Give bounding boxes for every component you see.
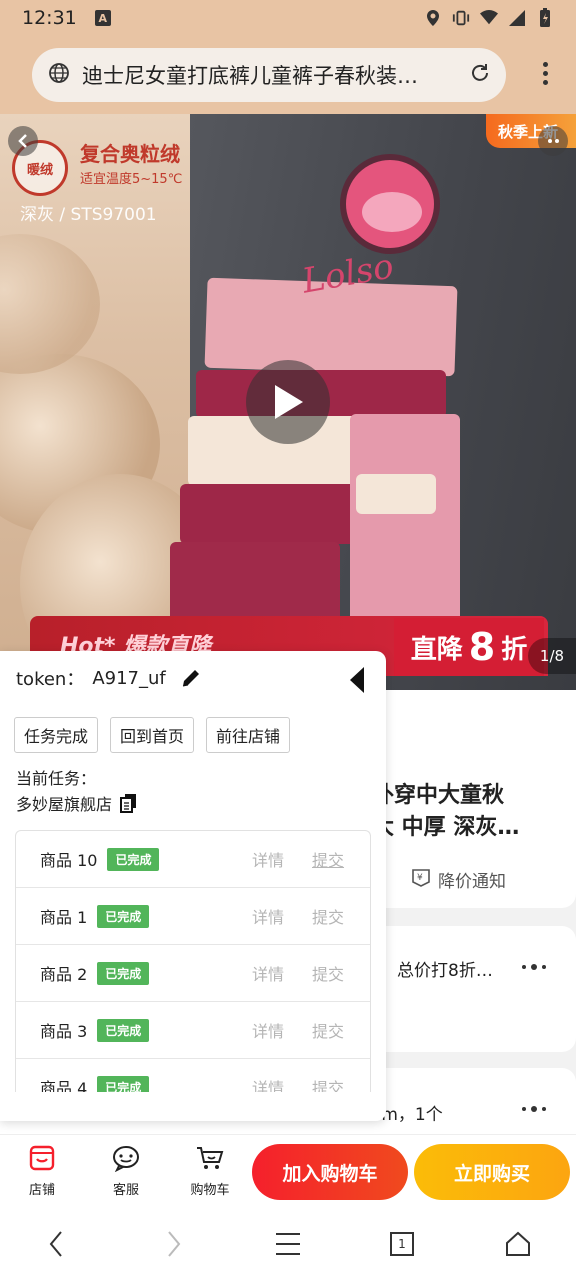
svg-text:¥: ¥ — [417, 873, 423, 883]
promo-summary[interactable]: ，总价打8折… — [380, 956, 493, 981]
submit-link[interactable]: 提交 — [312, 1018, 344, 1042]
task-panel: token： A917_uf 任务完成 回到首页 前往店铺 当前任务： 多妙屋旗… — [0, 651, 386, 1121]
back-icon[interactable] — [8, 126, 38, 156]
task-item-list[interactable]: 商品 10 已完成 详情 提交 商品 1 已完成 详情 提交 商品 2 已完成 … — [15, 830, 371, 1092]
submit-link[interactable]: 提交 — [312, 1075, 344, 1092]
item-name: 商品 1 — [40, 908, 88, 927]
reload-icon[interactable] — [468, 61, 492, 89]
price-tag-icon: ¥ — [410, 866, 432, 893]
fabric-title: 复合奥粒绒 — [80, 142, 180, 166]
list-item: 商品 10 已完成 详情 提交 — [16, 831, 370, 888]
browser-nav-bar: 1 — [0, 1208, 576, 1280]
back-icon[interactable] — [40, 1228, 72, 1260]
image-page-indicator: 1/8 — [528, 638, 576, 674]
wifi-icon — [480, 9, 498, 27]
forward-icon[interactable] — [158, 1228, 190, 1260]
detail-link[interactable]: 详情 — [252, 961, 284, 985]
status-badge: 已完成 — [97, 1018, 150, 1042]
detail-link[interactable]: 详情 — [252, 1075, 284, 1092]
status-badge: 已完成 — [97, 904, 150, 928]
discount-box: 直降 8 折 — [394, 618, 544, 676]
list-item: 商品 4 已完成 详情 提交 — [16, 1059, 370, 1092]
tabs-count: 1 — [398, 1237, 406, 1251]
shop-button[interactable]: 店铺 — [12, 1143, 72, 1198]
token-label: token： — [16, 669, 85, 690]
vibrate-icon — [452, 9, 470, 27]
status-badge: 已完成 — [97, 961, 150, 985]
cart-icon — [195, 1143, 225, 1173]
task-complete-button[interactable]: 任务完成 — [14, 717, 99, 753]
notification-icon: A — [94, 10, 111, 26]
service-button[interactable]: 客服 — [96, 1143, 156, 1198]
browser-toolbar: 迪士尼女童打底裤儿童裤子春秋装… — [0, 36, 576, 114]
home-icon[interactable] — [502, 1228, 534, 1260]
list-item: 商品 1 已完成 详情 提交 — [16, 888, 370, 945]
promo-more-icon[interactable] — [522, 964, 546, 970]
buy-now-button[interactable]: 立即购买 — [414, 1144, 570, 1200]
current-shop: 多妙屋旗舰店 — [16, 791, 138, 815]
go-to-shop-button[interactable]: 前往店铺 — [206, 717, 291, 753]
collapse-panel-icon[interactable] — [350, 667, 364, 693]
token-value: A917_uf — [92, 667, 166, 689]
submit-link[interactable]: 提交 — [312, 961, 344, 985]
temperature-text: 适宜温度5~15℃ — [80, 172, 183, 187]
product-title[interactable]: 外穿中大童秋 大 中厚 深灰… — [372, 780, 552, 844]
globe-icon — [48, 62, 70, 88]
status-badge: 已完成 — [97, 1075, 150, 1092]
status-badge: 已完成 — [107, 847, 160, 871]
detail-link[interactable]: 详情 — [252, 1018, 284, 1042]
submit-link[interactable]: 提交 — [312, 904, 344, 928]
shop-icon — [27, 1143, 57, 1173]
chat-icon — [111, 1143, 141, 1173]
panel-actions: 任务完成 回到首页 前往店铺 — [14, 717, 291, 753]
item-name: 商品 10 — [40, 851, 98, 870]
item-name: 商品 4 — [40, 1079, 88, 1092]
edit-icon[interactable] — [180, 667, 202, 689]
list-item: 商品 3 已完成 详情 提交 — [16, 1002, 370, 1059]
address-bar[interactable]: 迪士尼女童打底裤儿童裤子春秋装… — [32, 48, 506, 102]
product-hero-image[interactable]: Lolso 暖绒 复合奥粒绒 适宜温度5~15℃ 深灰 / STS97001 秋… — [0, 114, 576, 690]
detail-link[interactable]: 详情 — [252, 847, 284, 871]
token-row: token： A917_uf — [16, 665, 202, 691]
play-video-button[interactable] — [246, 360, 330, 444]
current-task-label: 当前任务： — [16, 769, 97, 788]
url-title: 迪士尼女童打底裤儿童裤子春秋装… — [82, 64, 418, 88]
signal-icon — [508, 9, 526, 27]
status-time: 12:31 — [22, 7, 77, 29]
bottom-action-bar: 店铺 客服 购物车 加入购物车 立即购买 — [0, 1134, 576, 1208]
copy-icon[interactable] — [120, 794, 138, 813]
back-home-button[interactable]: 回到首页 — [110, 717, 195, 753]
list-item: 商品 2 已完成 详情 提交 — [16, 945, 370, 1002]
detail-link[interactable]: 详情 — [252, 904, 284, 928]
status-icons — [424, 8, 554, 27]
item-name: 商品 3 — [40, 1022, 88, 1041]
submit-link[interactable]: 提交 — [312, 847, 344, 871]
more-icon[interactable] — [538, 126, 568, 156]
overflow-menu-icon[interactable] — [543, 62, 548, 85]
color-code: 深灰 / STS97001 — [20, 205, 157, 225]
price-notify-link[interactable]: ¥ 降价通知 — [410, 866, 506, 893]
add-to-cart-button[interactable]: 加入购物车 — [252, 1144, 408, 1200]
location-icon — [424, 9, 442, 27]
item-name: 商品 2 — [40, 965, 88, 984]
spec-more-icon[interactable] — [522, 1106, 546, 1112]
status-bar: 12:31 A — [0, 0, 576, 36]
tabs-icon[interactable]: 1 — [386, 1228, 418, 1260]
menu-icon[interactable] — [272, 1228, 304, 1260]
cart-button[interactable]: 购物车 — [180, 1143, 240, 1198]
battery-icon — [536, 8, 554, 27]
